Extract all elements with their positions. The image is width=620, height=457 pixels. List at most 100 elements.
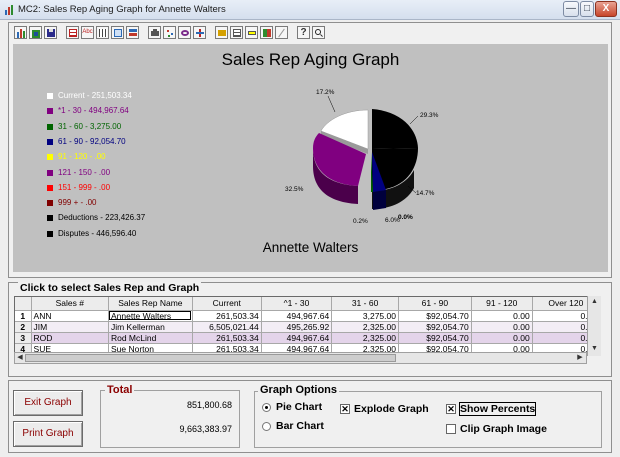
minimize-button[interactable]: — xyxy=(563,1,579,17)
close-button[interactable]: X xyxy=(595,1,617,17)
legend-icon[interactable] xyxy=(245,26,258,39)
table-cell[interactable]: Jim Kellerman xyxy=(108,321,193,333)
table-cell[interactable]: 495,265.92 xyxy=(261,321,333,333)
3d-bar-icon[interactable] xyxy=(29,26,42,39)
total-group xyxy=(100,390,240,448)
table-cell[interactable]: Rod McLind xyxy=(108,332,193,344)
horizontal-scroll-thumb[interactable] xyxy=(25,354,396,362)
legend-swatch xyxy=(47,138,53,145)
scroll-left-icon[interactable]: ◀ xyxy=(15,353,25,365)
explode-graph-checkbox[interactable]: ✕ Explode Graph xyxy=(340,403,440,417)
clip-graph-checkbox[interactable]: Clip Graph Image xyxy=(446,423,556,437)
table-cell[interactable]: 2,325.00 xyxy=(331,332,399,344)
table-row[interactable]: 1 ANN Annette Walters 261,503.34 494,967.64 3… xyxy=(15,310,600,322)
pie-chart-radio[interactable]: Pie Chart xyxy=(262,401,332,415)
pie-label-deductions: 14.7% xyxy=(416,190,435,197)
pie-label-zero-zero: 0.0% xyxy=(398,214,413,221)
color-icon[interactable] xyxy=(260,26,273,39)
show-percents-checkbox-box[interactable]: ✕ xyxy=(446,404,456,414)
pen-icon[interactable] xyxy=(275,26,288,39)
grid-panel-title: Click to select Sales Rep and Graph xyxy=(18,282,202,294)
total-value-2: 9,663,383.97 xyxy=(179,424,232,434)
maximize-button[interactable]: □ xyxy=(580,1,594,17)
graph-toolbar: Abc ? xyxy=(14,26,325,42)
show-percents-checkbox[interactable]: ✕ Show Percents xyxy=(446,402,546,417)
column-header[interactable]: Sales # xyxy=(31,297,109,311)
table-cell[interactable]: 494,967.64 xyxy=(261,332,333,344)
pie-chart-radio-indicator[interactable] xyxy=(262,403,271,412)
table-cell[interactable]: 6,505,021.44 xyxy=(192,321,262,333)
table-cell[interactable]: 2 xyxy=(15,321,32,333)
table-cell[interactable]: $92,054.70 xyxy=(398,332,472,344)
grid-lines-icon[interactable] xyxy=(96,26,109,39)
graph-caption: Annette Walters xyxy=(262,240,359,255)
table-cell[interactable]: 0.00 xyxy=(471,310,533,322)
table-cell[interactable]: ROD xyxy=(31,332,109,344)
column-header[interactable]: 91 - 120 xyxy=(471,297,533,311)
copy-icon[interactable] xyxy=(215,26,228,39)
table-cell[interactable]: JIM xyxy=(31,321,109,333)
column-header[interactable]: Sales Rep Name xyxy=(108,297,193,311)
print-graph-button[interactable]: Print Graph xyxy=(13,421,83,447)
label-text-icon[interactable]: Abc xyxy=(81,26,94,39)
scroll-right-icon[interactable]: ▶ xyxy=(575,353,585,365)
column-header[interactable]: ^1 - 30 xyxy=(261,297,333,311)
legend-label: 121 - 150 - .00 xyxy=(58,167,111,177)
legend-swatch xyxy=(47,169,53,176)
pie-label-disputes: 29.3% xyxy=(420,112,439,119)
rotate-icon[interactable] xyxy=(178,26,191,39)
printer-icon[interactable] xyxy=(148,26,161,39)
table-cell[interactable]: $92,054.70 xyxy=(398,321,472,333)
horizontal-scrollbar[interactable]: ◀ ▶ xyxy=(14,352,587,364)
table-cell[interactable]: 2,325.00 xyxy=(331,321,399,333)
scroll-down-icon[interactable]: ▼ xyxy=(588,343,601,355)
aging-pie-chart: 17.2% 29.3% 32.5% 14.7% 0.2% 6.0% 0.0% xyxy=(285,89,439,225)
graph-options-label: Graph Options xyxy=(258,384,339,396)
column-header[interactable] xyxy=(15,297,32,311)
exit-graph-button[interactable]: Exit Graph xyxy=(13,390,83,416)
series-icon[interactable] xyxy=(111,26,124,39)
column-header[interactable]: Current xyxy=(192,297,262,311)
table-cell[interactable]: 3,275.00 xyxy=(331,310,399,322)
column-header[interactable]: 31 - 60 xyxy=(331,297,399,311)
explode-checkbox-box[interactable]: ✕ xyxy=(340,404,350,414)
table-icon[interactable] xyxy=(230,26,243,39)
legend-swatch xyxy=(47,123,53,130)
legend-label: Current - 251,503.34 xyxy=(58,91,132,100)
scroll-up-icon[interactable]: ▲ xyxy=(588,296,601,308)
table-row[interactable]: 2 JIM Jim Kellerman 6,505,021.44 495,265.92 2… xyxy=(15,321,600,333)
table-cell[interactable]: 494,967.64 xyxy=(261,310,333,322)
total-value-1: 851,800.68 xyxy=(186,400,232,410)
legend-label: Disputes - 446,596.40 xyxy=(58,228,137,238)
stacked-icon[interactable] xyxy=(126,26,139,39)
legend-label: Deductions - 223,426.37 xyxy=(58,213,146,223)
table-cell[interactable]: 261,503.34 xyxy=(192,332,262,344)
clip-graph-checkbox-box[interactable] xyxy=(446,424,456,434)
table-cell[interactable]: 1 xyxy=(15,310,32,322)
scatter-icon[interactable] xyxy=(163,26,176,39)
legend-swatch xyxy=(47,200,53,207)
help-icon[interactable]: ? xyxy=(297,26,310,39)
table-cell[interactable]: $92,054.70 xyxy=(398,310,472,322)
bar-graph-icon[interactable] xyxy=(14,26,27,39)
table-cell[interactable]: 261,503.34 xyxy=(192,310,262,322)
table-cell[interactable]: 0.00 xyxy=(471,332,533,344)
table-row[interactable]: 3 ROD Rod McLind 261,503.34 494,967.64 2,325.… xyxy=(15,332,600,344)
bar-chart-radio-indicator[interactable] xyxy=(262,422,271,431)
table-cell[interactable]: ANN xyxy=(31,310,109,322)
vertical-scrollbar[interactable]: ▲ ▼ xyxy=(587,296,601,356)
column-header[interactable]: 61 - 90 xyxy=(398,297,472,311)
pie-label-one-thirty: 32.5% xyxy=(285,186,304,193)
table-cell[interactable]: 0.00 xyxy=(471,321,533,333)
data-grid-icon[interactable] xyxy=(66,26,79,39)
table-cell[interactable]: 3 xyxy=(15,332,32,344)
table-header: Sales # Sales Rep Name Current ^1 - 30 31 - … xyxy=(15,297,600,311)
cross-icon[interactable] xyxy=(193,26,206,39)
bar-chart-radio[interactable]: Bar Chart xyxy=(262,420,332,434)
table-cell[interactable]: Annette Walters xyxy=(108,310,193,322)
save-graph-icon[interactable] xyxy=(44,26,57,39)
legend-swatch xyxy=(47,93,53,99)
zoom-icon[interactable] xyxy=(312,26,325,39)
legend-swatch xyxy=(47,230,53,237)
pie-label-current: 17.2% xyxy=(316,89,335,96)
